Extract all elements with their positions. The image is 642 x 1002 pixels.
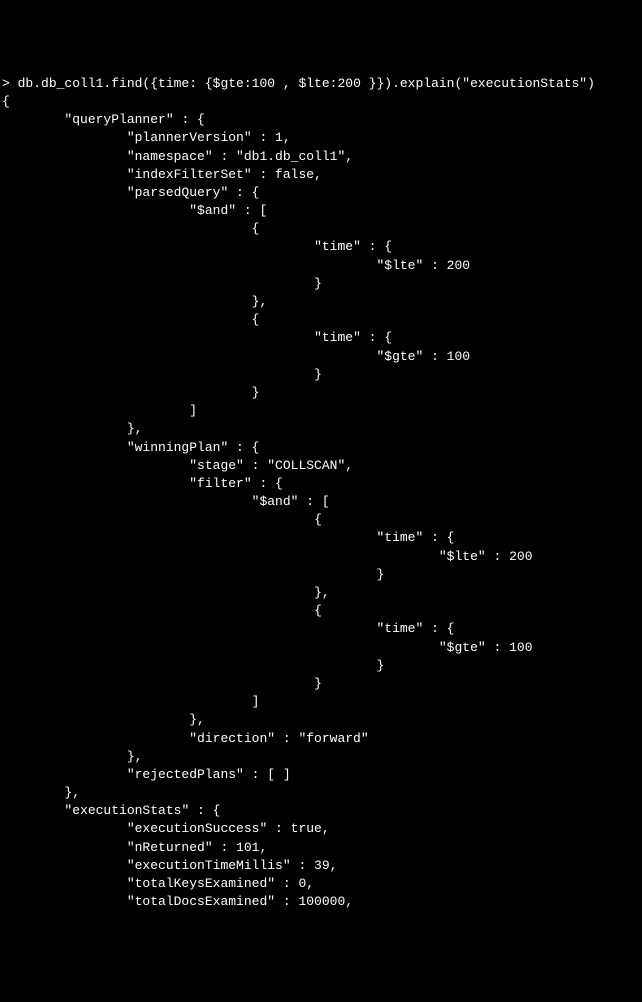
rejectedplans-line: "rejectedPlans" : [ ] [127, 767, 291, 782]
time-close: } [376, 567, 384, 582]
and-close: ] [252, 694, 260, 709]
parsedquery-key: "parsedQuery" : { [127, 185, 260, 200]
totalkeysexamined-line: "totalKeysExamined" : 0, [127, 876, 314, 891]
command-line: db.db_coll1.find({time: {$gte:100 , $lte… [18, 76, 595, 91]
executionsuccess-line: "executionSuccess" : true, [127, 821, 330, 836]
obj-close: } [314, 676, 322, 691]
obj-open: { [252, 221, 260, 236]
queryplanner-key: "queryPlanner" : { [64, 112, 204, 127]
stage-line: "stage" : "COLLSCAN", [189, 458, 353, 473]
winningplan-key: "winningPlan" : { [127, 440, 260, 455]
filter-key: "filter" : { [189, 476, 283, 491]
plannerversion-line: "plannerVersion" : 1, [127, 130, 291, 145]
obj-close: } [252, 385, 260, 400]
executiontimemillis-line: "executionTimeMillis" : 39, [127, 858, 338, 873]
direction-line: "direction" : "forward" [189, 731, 368, 746]
queryplanner-close: }, [64, 785, 80, 800]
and-key: "$and" : [ [189, 203, 267, 218]
parsedquery-close: }, [127, 421, 143, 436]
filter-close: }, [189, 712, 205, 727]
winningplan-close: }, [127, 749, 143, 764]
obj-close: }, [314, 585, 330, 600]
time-key: "time" : { [314, 330, 392, 345]
time-close: } [376, 658, 384, 673]
obj-open: { [252, 312, 260, 327]
executionstats-key: "executionStats" : { [64, 803, 220, 818]
and-close: ] [189, 403, 197, 418]
obj-close: }, [252, 294, 268, 309]
and-key: "$and" : [ [252, 494, 330, 509]
gte-line: "$gte" : 100 [439, 640, 533, 655]
lte-line: "$lte" : 200 [439, 549, 533, 564]
nreturned-line: "nReturned" : 101, [127, 840, 267, 855]
terminal-output: > db.db_coll1.find({time: {$gte:100 , $l… [2, 75, 640, 912]
obj-open: { [314, 603, 322, 618]
gte-line: "$gte" : 100 [376, 349, 470, 364]
indexfilterset-line: "indexFilterSet" : false, [127, 167, 322, 182]
time-close: } [314, 367, 322, 382]
obj-open: { [314, 512, 322, 527]
output-open-brace: { [2, 94, 10, 109]
time-close: } [314, 276, 322, 291]
namespace-line: "namespace" : "db1.db_coll1", [127, 149, 353, 164]
time-key: "time" : { [376, 621, 454, 636]
prompt-char: > [2, 76, 18, 91]
time-key: "time" : { [314, 239, 392, 254]
time-key: "time" : { [376, 530, 454, 545]
totaldocsexamined-line: "totalDocsExamined" : 100000, [127, 894, 353, 909]
lte-line: "$lte" : 200 [376, 258, 470, 273]
